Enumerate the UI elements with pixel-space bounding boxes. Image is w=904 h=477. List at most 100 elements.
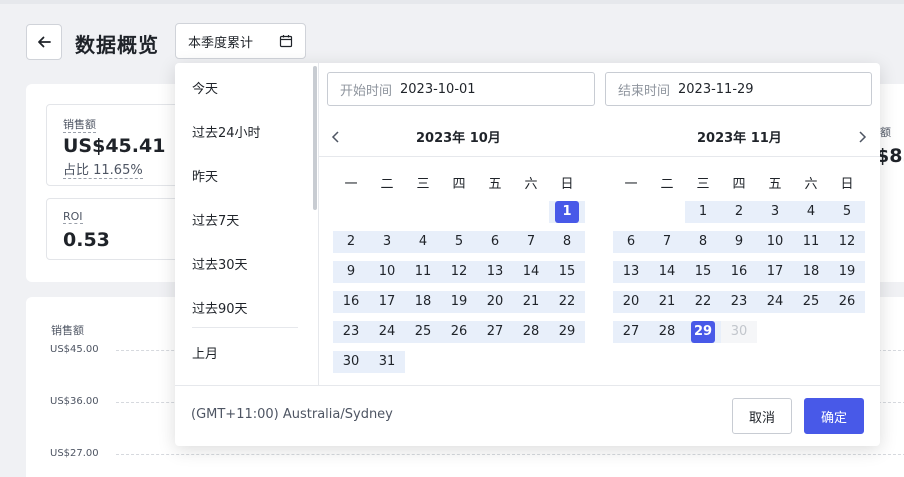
calendar-day[interactable]: 27 (613, 321, 649, 343)
metric-share: 占比 11.65% (63, 159, 143, 179)
calendar-day[interactable]: 20 (613, 291, 649, 313)
calendar-day[interactable]: 26 (441, 321, 477, 343)
calendar-day[interactable]: 11 (793, 231, 829, 253)
calendar-day[interactable]: 30 (333, 351, 369, 373)
calendar-day[interactable]: 2 (721, 201, 757, 223)
preset-scrollbar[interactable] (313, 66, 317, 210)
calendar-day[interactable]: 25 (405, 321, 441, 343)
calendar-day[interactable]: 31 (369, 351, 405, 373)
preset-last-24h[interactable]: 过去24小时 (192, 122, 261, 141)
preset-last-month[interactable]: 上月 (192, 343, 218, 362)
preset-yesterday[interactable]: 昨天 (192, 166, 218, 185)
end-date-value: 2023-11-29 (678, 81, 754, 97)
calendar-day[interactable]: 23 (333, 321, 369, 343)
calendar-day[interactable]: 28 (513, 321, 549, 343)
preset-last-30d[interactable]: 过去30天 (192, 254, 248, 273)
calendar-header-divider (319, 156, 880, 157)
metric-sales[interactable]: 销售额 US$45.41 占比 11.65% (46, 104, 181, 186)
calendar-day[interactable]: 10 (369, 261, 405, 283)
calendar-day[interactable]: 14 (513, 261, 549, 283)
calendar-day[interactable]: 16 (721, 261, 757, 283)
weekday-header: 六 (804, 177, 818, 192)
calendar-day[interactable]: 15 (549, 261, 585, 283)
calendar-day[interactable]: 9 (721, 231, 757, 253)
calendar-day[interactable]: 29 (685, 321, 721, 343)
calendar-day[interactable]: 1 (549, 201, 585, 223)
calendar-day[interactable]: 10 (757, 231, 793, 253)
calendar-day[interactable]: 3 (757, 201, 793, 223)
calendar-day[interactable]: 18 (793, 261, 829, 283)
top-strip (0, 0, 904, 4)
calendar-day[interactable]: 12 (441, 261, 477, 283)
preset-today[interactable]: 今天 (192, 78, 218, 97)
calendar-day[interactable]: 27 (477, 321, 513, 343)
preset-last-90d[interactable]: 过去90天 (192, 298, 248, 317)
calendar-day[interactable]: 5 (441, 231, 477, 253)
start-date-input[interactable]: 开始时间 2023-10-01 (327, 72, 595, 106)
calendar-day[interactable]: 5 (829, 201, 865, 223)
calendar-icon (279, 35, 293, 48)
calendar-day[interactable]: 1 (685, 201, 721, 223)
calendar-day[interactable]: 20 (477, 291, 513, 313)
calendar-day[interactable]: 12 (829, 231, 865, 253)
cancel-button[interactable]: 取消 (732, 398, 792, 434)
calendar-day[interactable]: 16 (333, 291, 369, 313)
y-tick-label: US$45.00 (50, 344, 99, 355)
calendar-day[interactable]: 24 (757, 291, 793, 313)
chevron-right-icon[interactable] (857, 129, 867, 148)
calendar-day[interactable]: 29 (549, 321, 585, 343)
end-date-input[interactable]: 结束时间 2023-11-29 (605, 72, 872, 106)
calendar-day[interactable]: 21 (649, 291, 685, 313)
calendar-day[interactable]: 14 (649, 261, 685, 283)
y-tick-label: US$36.00 (50, 396, 99, 407)
date-range-select[interactable]: 本季度累计 (175, 23, 306, 59)
calendar-day[interactable]: 21 (513, 291, 549, 313)
weekday-header: 五 (488, 177, 502, 192)
weekday-header: 一 (624, 177, 638, 192)
calendar-day[interactable]: 26 (829, 291, 865, 313)
confirm-button[interactable]: 确定 (804, 398, 864, 434)
calendar-day[interactable]: 2 (333, 231, 369, 253)
calendar-day[interactable]: 28 (649, 321, 685, 343)
weekday-header: 二 (660, 177, 674, 192)
calendar-day[interactable]: 13 (477, 261, 513, 283)
chart-series-label: 销售额 (51, 324, 84, 337)
metric-partial-label: 额 (880, 126, 891, 139)
chevron-left-icon[interactable] (331, 129, 341, 148)
calendar-day[interactable]: 18 (405, 291, 441, 313)
calendar-day[interactable]: 22 (549, 291, 585, 313)
preset-last-7d[interactable]: 过去7天 (192, 210, 239, 229)
calendar-day[interactable]: 3 (369, 231, 405, 253)
calendar-day[interactable]: 23 (721, 291, 757, 313)
calendar-day[interactable]: 8 (685, 231, 721, 253)
date-range-label: 本季度累计 (188, 35, 254, 51)
calendar-day[interactable]: 4 (405, 231, 441, 253)
calendar-day[interactable]: 4 (793, 201, 829, 223)
weekday-header: 六 (524, 177, 538, 192)
calendar-day[interactable]: 11 (405, 261, 441, 283)
calendar-day[interactable]: 13 (613, 261, 649, 283)
calendar-day[interactable]: 9 (333, 261, 369, 283)
calendar-day[interactable]: 25 (793, 291, 829, 313)
calendar-day[interactable]: 6 (613, 231, 649, 253)
calendar-day[interactable]: 8 (549, 231, 585, 253)
calendar-day[interactable]: 7 (649, 231, 685, 253)
metric-value: 0.53 (63, 229, 110, 251)
calendar-day[interactable]: 15 (685, 261, 721, 283)
calendar-day[interactable]: 7 (513, 231, 549, 253)
weekday-header: 日 (840, 177, 854, 192)
metric-roi[interactable]: ROI 0.53 (46, 198, 181, 260)
calendar-day[interactable]: 17 (369, 291, 405, 313)
end-date-placeholder: 结束时间 (618, 83, 671, 99)
weekday-header: 五 (768, 177, 782, 192)
calendar-day[interactable]: 19 (829, 261, 865, 283)
calendar-day[interactable]: 22 (685, 291, 721, 313)
calendar-day[interactable]: 6 (477, 231, 513, 253)
calendar-day[interactable]: 24 (369, 321, 405, 343)
calendar-day[interactable]: 19 (441, 291, 477, 313)
calendar-day[interactable]: 17 (757, 261, 793, 283)
y-tick-label: US$27.00 (50, 448, 99, 459)
back-button[interactable] (26, 24, 62, 60)
page-title: 数据概览 (75, 33, 159, 57)
weekday-header: 日 (560, 177, 574, 192)
